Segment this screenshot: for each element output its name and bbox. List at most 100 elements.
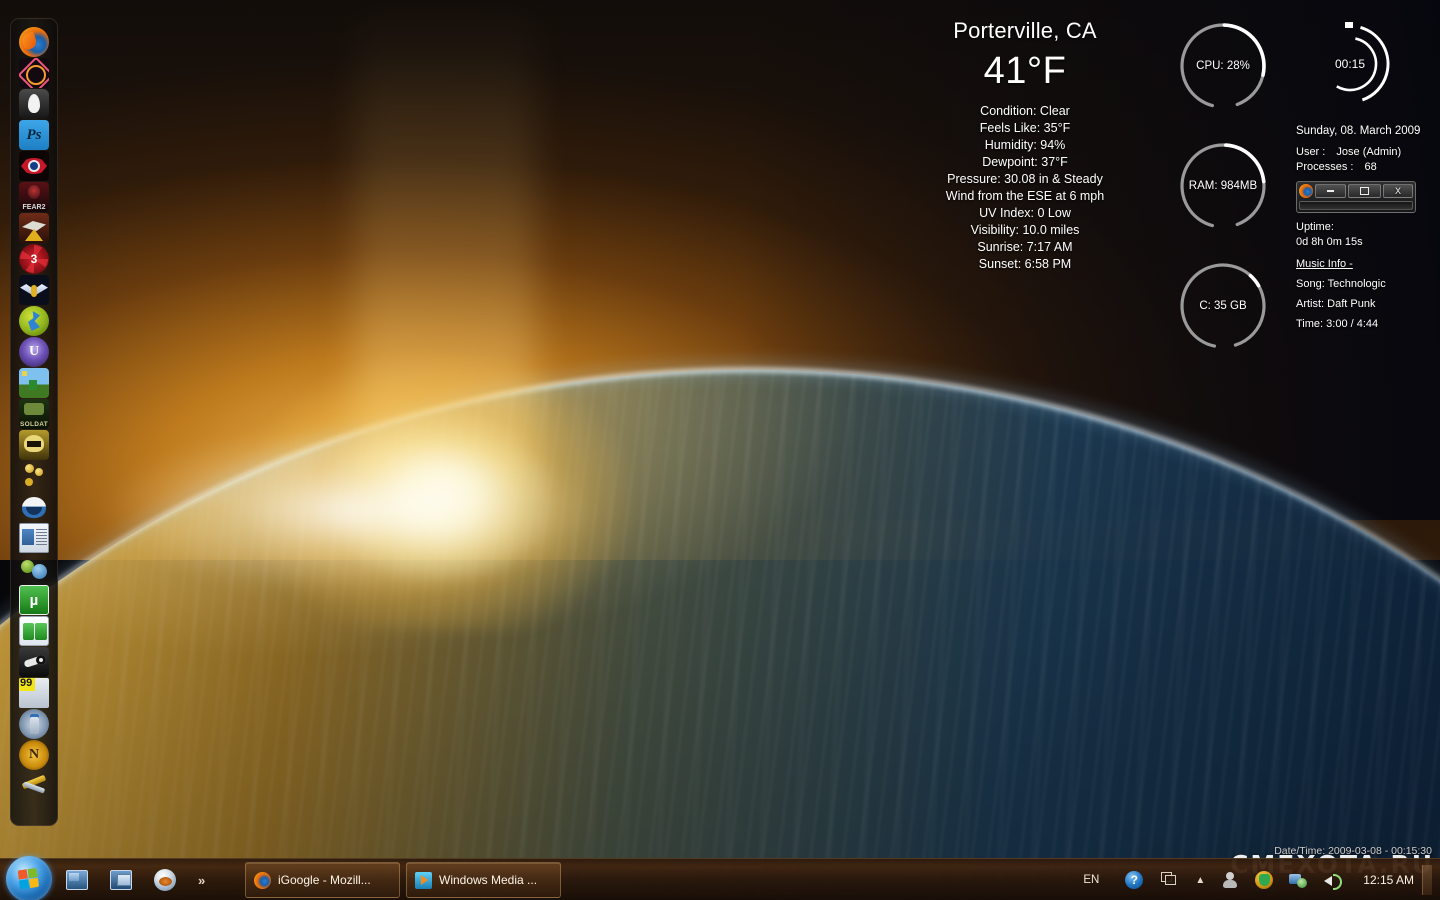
wallpaper-sunrise-glow — [0, 300, 760, 640]
taskbar-task-buttons[interactable]: iGoogle - Mozill... Windows Media ... — [245, 862, 561, 898]
volume-icon[interactable] — [1323, 871, 1341, 889]
dock-item-steam[interactable] — [19, 647, 49, 677]
clock-arc-widget: 00:15 — [1300, 14, 1400, 114]
disk-gauge-label: C: 35 GB — [1175, 258, 1271, 354]
dock-item-glyph: FEAR2 — [23, 204, 46, 211]
windows-logo-icon — [17, 867, 41, 891]
windows-stack-icon[interactable] — [1159, 871, 1177, 889]
left-dock[interactable]: Ps FEAR2 3 U SOLDAT µ 99 N — [10, 18, 58, 826]
clock-arc-time: 00:15 — [1300, 14, 1400, 114]
cpu-gauge-label: CPU: 28% — [1175, 18, 1271, 114]
tray-clock[interactable]: 12:15 AM — [1363, 873, 1414, 887]
mini-window-controls-widget[interactable]: X — [1296, 181, 1416, 213]
dock-item-winged-emblem[interactable] — [19, 275, 49, 305]
disk-gauge: C: 35 GB — [1175, 258, 1271, 354]
firefox-icon — [1299, 184, 1313, 198]
weather-detail-line: UV Index: 0 Low — [880, 205, 1170, 222]
desktop-screen: Ps FEAR2 3 U SOLDAT µ 99 N Porterville, CA 41°F… — [0, 0, 1440, 900]
dock-item-nero[interactable]: N — [19, 740, 49, 770]
weather-detail-line: Wind from the ESE at 6 mph — [880, 188, 1170, 205]
weather-detail-line: Feels Like: 35°F — [880, 120, 1170, 137]
weather-details: Condition: ClearFeels Like: 35°FHumidity… — [880, 103, 1170, 273]
task-firefox[interactable]: iGoogle - Mozill... — [245, 862, 400, 898]
dock-item-glyph: N — [29, 748, 39, 762]
network-icon[interactable] — [1289, 871, 1307, 889]
music-info-title: Music Info - — [1296, 254, 1440, 274]
dock-item-unreal-tournament[interactable]: U — [19, 337, 49, 367]
dock-item-glyph: 99 — [20, 678, 32, 689]
show-hidden-icons-arrow[interactable]: ▲ — [1193, 875, 1207, 886]
taskbar: » iGoogle - Mozill... Windows Media ... E… — [0, 858, 1440, 900]
dock-item-phone-suite[interactable] — [19, 709, 49, 739]
help-icon[interactable]: ? — [1125, 871, 1143, 889]
dock-item-glyph: µ — [30, 593, 39, 608]
dock-item-alien-skull[interactable] — [19, 89, 49, 119]
language-indicator[interactable]: EN — [1083, 874, 1099, 886]
dock-item-blue-helmet[interactable] — [19, 492, 49, 522]
uptime-block: Uptime: 0d 8h 0m 15s — [1296, 220, 1440, 250]
desktop-wallpaper — [0, 0, 1440, 900]
music-artist: Artist: Daft Punk — [1296, 294, 1440, 314]
system-user-value: Jose (Admin) — [1336, 146, 1401, 158]
dock-item-window-app[interactable] — [19, 523, 49, 553]
weather-detail-line: Visibility: 10.0 miles — [880, 222, 1170, 239]
start-button[interactable] — [6, 856, 52, 900]
weather-detail-line: Dewpoint: 37°F — [880, 154, 1170, 171]
cpu-gauge: CPU: 28% — [1175, 18, 1271, 114]
dock-item-monitor-99[interactable]: 99 — [19, 678, 49, 708]
task-button-label: iGoogle - Mozill... — [278, 873, 371, 887]
weather-detail-line: Sunrise: 7:17 AM — [880, 239, 1170, 256]
quicklaunch-overflow-icon[interactable]: » — [198, 873, 205, 888]
dock-item-glyph: SOLDAT — [20, 422, 48, 429]
system-info-panel: Sunday, 08. March 2009 User : Jose (Admi… — [1296, 124, 1440, 250]
dock-item-pixel-platformer[interactable] — [19, 368, 49, 398]
quick-launch-bar[interactable]: » — [66, 869, 205, 891]
dock-item-gold-dots[interactable] — [19, 461, 49, 491]
weather-detail-line: Sunset: 6:58 PM — [880, 256, 1170, 273]
dock-item-glyph: U — [29, 345, 39, 359]
music-song: Song: Technologic — [1296, 274, 1440, 294]
quicklaunch-media-player-icon[interactable] — [154, 869, 176, 891]
mini-window-progress-track[interactable] — [1299, 201, 1413, 210]
dock-item-glyph: Ps — [27, 128, 42, 143]
dock-item-pc-sync[interactable] — [19, 616, 49, 646]
dock-item-red-alert-3[interactable]: 3 — [19, 244, 49, 274]
dock-item-firefox[interactable] — [19, 27, 49, 57]
quicklaunch-switch-windows-icon[interactable] — [110, 870, 132, 890]
weather-city: Porterville, CA — [880, 18, 1170, 44]
dock-item-msn-messenger[interactable] — [19, 554, 49, 584]
weather-detail-line: Pressure: 30.08 in & Steady — [880, 171, 1170, 188]
weather-widget: Porterville, CA 41°F Condition: ClearFee… — [880, 18, 1170, 273]
dock-item-soldat[interactable]: SOLDAT — [19, 399, 49, 429]
system-tray[interactable]: EN ? ▲ 12:15 AM — [1083, 859, 1440, 900]
close-button[interactable]: X — [1383, 184, 1413, 198]
dock-item-geometric-logo[interactable] — [19, 58, 49, 88]
system-date: Sunday, 08. March 2009 — [1296, 124, 1440, 139]
dock-item-globe-game[interactable] — [19, 306, 49, 336]
weather-detail-line: Humidity: 94% — [880, 137, 1170, 154]
dock-item-photoshop[interactable]: Ps — [19, 120, 49, 150]
ram-gauge-label: RAM: 984MB — [1175, 138, 1271, 234]
dock-item-military-jet[interactable] — [19, 213, 49, 243]
maximize-button[interactable] — [1348, 184, 1381, 198]
dock-item-utorrent[interactable]: µ — [19, 585, 49, 615]
mini-window-titlebar[interactable]: X — [1299, 184, 1413, 198]
dock-item-skull-game[interactable] — [19, 430, 49, 460]
system-user-row: User : Jose (Admin) — [1296, 145, 1440, 160]
user-account-icon[interactable] — [1221, 871, 1239, 889]
dock-item-fear2[interactable]: FEAR2 — [19, 182, 49, 212]
task-wmp[interactable]: Windows Media ... — [406, 862, 561, 898]
ram-gauge: RAM: 984MB — [1175, 138, 1271, 234]
dock-item-glyph: 3 — [31, 253, 38, 265]
system-processes-row: Processes : 68 — [1296, 160, 1440, 175]
dock-item-tools[interactable] — [19, 771, 49, 801]
security-shield-icon[interactable] — [1255, 871, 1273, 889]
weather-temperature: 41°F — [880, 50, 1170, 93]
weather-detail-line: Condition: Clear — [880, 103, 1170, 120]
uptime-value: 0d 8h 0m 15s — [1296, 235, 1440, 250]
dock-item-red-eye[interactable] — [19, 151, 49, 181]
show-desktop-peek-button[interactable] — [1422, 865, 1432, 895]
system-processes-value: 68 — [1365, 161, 1377, 173]
quicklaunch-show-desktop-icon[interactable] — [66, 870, 88, 890]
minimize-button[interactable] — [1315, 184, 1346, 198]
